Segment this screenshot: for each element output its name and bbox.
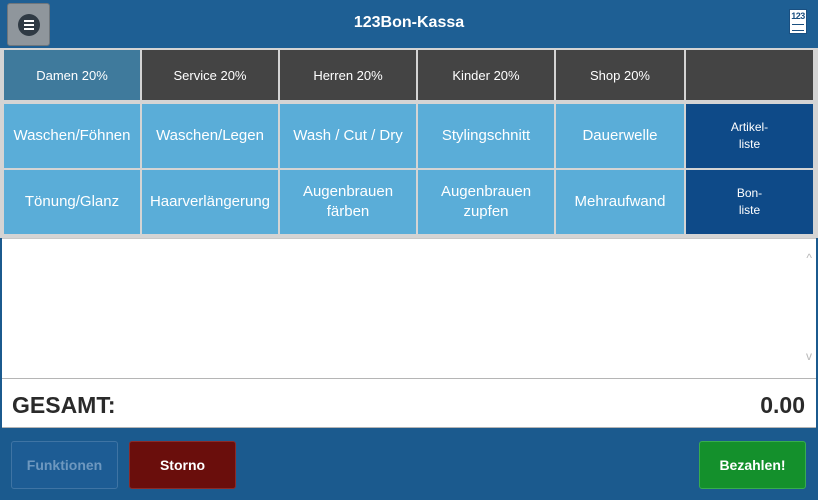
- article-stylingschnitt[interactable]: Stylingschnitt: [418, 104, 554, 168]
- app-logo: 123: [789, 9, 807, 34]
- logo-text: 123: [791, 11, 805, 21]
- total-label: GESAMT:: [12, 392, 116, 418]
- bezahlen-button[interactable]: Bezahlen!: [699, 441, 806, 489]
- artikel-liste-button[interactable]: Artikel- liste: [686, 104, 813, 168]
- category-service[interactable]: Service 20%: [142, 50, 278, 100]
- article-waschen-legen[interactable]: Waschen/Legen: [142, 104, 278, 168]
- bon-liste-button[interactable]: Bon- liste: [686, 170, 813, 234]
- category-damen[interactable]: Damen 20%: [4, 50, 140, 100]
- total-value: 0.00: [760, 392, 805, 418]
- total-bar: GESAMT: 0.00: [2, 378, 816, 428]
- storno-button[interactable]: Storno: [129, 441, 236, 489]
- article-waschen-foehnen[interactable]: Waschen/Föhnen: [4, 104, 140, 168]
- top-bar: 123Bon-Kassa 123: [0, 0, 818, 48]
- scroll-up-icon[interactable]: ^: [806, 251, 812, 265]
- category-empty[interactable]: [686, 50, 813, 100]
- scroll-down-icon[interactable]: v: [806, 349, 812, 363]
- funktionen-button[interactable]: Funktionen: [11, 441, 118, 489]
- article-mehraufwand[interactable]: Mehraufwand: [556, 170, 684, 234]
- category-shop[interactable]: Shop 20%: [556, 50, 684, 100]
- article-wash-cut-dry[interactable]: Wash / Cut / Dry: [280, 104, 416, 168]
- app-title: 123Bon-Kassa: [353, 14, 465, 31]
- product-grid: Damen 20% Service 20% Herren 20% Kinder …: [0, 48, 818, 238]
- article-augenbrauen-faerben[interactable]: Augenbrauen färben: [280, 170, 416, 234]
- category-herren[interactable]: Herren 20%: [280, 50, 416, 100]
- receipt-list[interactable]: ^ v: [2, 238, 816, 378]
- bottom-bar: Funktionen Storno Bezahlen!: [0, 428, 818, 500]
- article-augenbrauen-zupfen[interactable]: Augenbrauen zupfen: [418, 170, 554, 234]
- article-toenung-glanz[interactable]: Tönung/Glanz: [4, 170, 140, 234]
- article-dauerwelle[interactable]: Dauerwelle: [556, 104, 684, 168]
- article-haarverlaengerung[interactable]: Haarverlängerung: [142, 170, 278, 234]
- category-kinder[interactable]: Kinder 20%: [418, 50, 554, 100]
